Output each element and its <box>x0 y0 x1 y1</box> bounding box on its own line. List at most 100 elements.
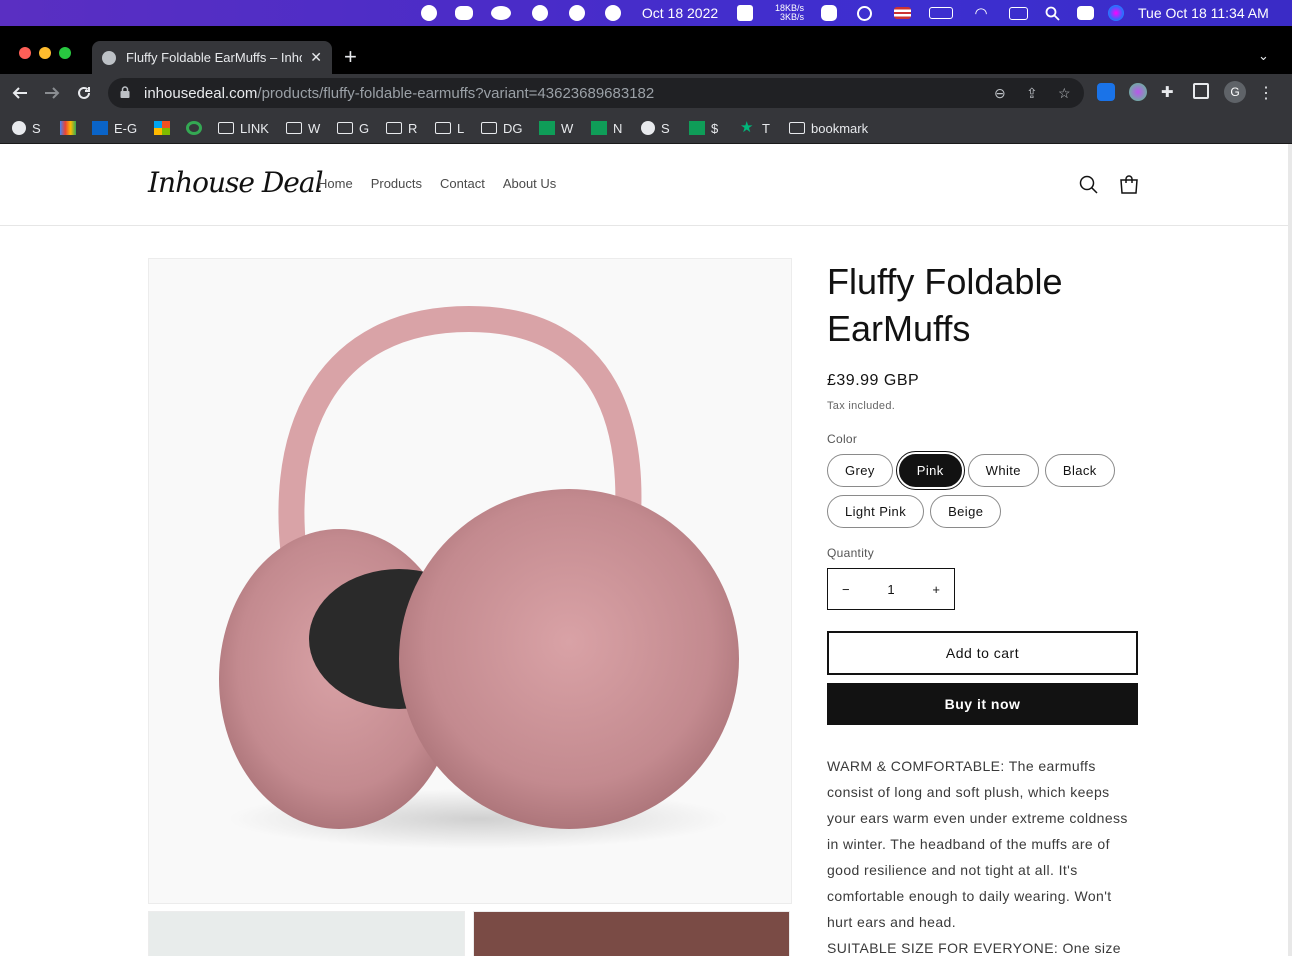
wechat-icon[interactable] <box>490 0 512 26</box>
share-icon[interactable]: ⇪ <box>1026 85 1038 102</box>
outlook-icon <box>92 121 108 135</box>
us-flag-icon[interactable] <box>893 0 911 26</box>
qq-icon[interactable] <box>421 0 437 26</box>
buy-it-now-button[interactable]: Buy it now <box>827 683 1138 725</box>
side-panel-icon[interactable] <box>1193 83 1209 99</box>
address-bar[interactable]: inhousedeal.com/products/fluffy-foldable… <box>108 78 1084 108</box>
quantity-increase-button[interactable]: + <box>932 582 940 597</box>
bookmark-label: R <box>408 120 418 136</box>
macos-menubar: Oct 18 2022 18KB/s 3KB/s ◠ Tue Oct 18 11… <box>0 0 1292 26</box>
page-scrollbar[interactable] <box>1288 144 1292 956</box>
minimize-window-button[interactable] <box>39 47 51 59</box>
color-option-grey[interactable]: Grey <box>827 454 893 487</box>
g-icon <box>186 121 202 135</box>
network-speed[interactable]: 18KB/s 3KB/s <box>764 0 804 26</box>
menubar-clock[interactable]: Tue Oct 18 11:34 AM <box>1138 0 1278 26</box>
navigation-icon[interactable] <box>604 0 622 26</box>
product-main-image[interactable] <box>148 258 792 904</box>
folder-icon <box>435 122 451 134</box>
siri-icon[interactable] <box>1107 0 1125 26</box>
description-paragraph: WARM & COMFORTABLE: The earmuffs consist… <box>827 758 1128 930</box>
add-to-cart-button[interactable]: Add to cart <box>827 631 1138 675</box>
earmuffs-image <box>149 259 791 903</box>
menubar-date[interactable]: Oct 18 2022 <box>640 0 720 26</box>
maximize-window-button[interactable] <box>59 47 71 59</box>
nav-about-us[interactable]: About Us <box>503 176 556 191</box>
bookmark-folder[interactable]: L <box>435 112 464 144</box>
tab-strip: Fluffy Foldable EarMuffs – Inhouse Deal … <box>0 26 1292 74</box>
tab-title: Fluffy Foldable EarMuffs – Inhouse Deal <box>126 50 302 65</box>
line-icon[interactable] <box>455 0 473 26</box>
bookmark-item[interactable]: E-G <box>92 112 137 144</box>
nav-home[interactable]: Home <box>318 176 353 191</box>
globe-icon <box>641 121 655 135</box>
bookmark-folder[interactable]: G <box>337 112 369 144</box>
control-center-icon[interactable] <box>1075 0 1095 26</box>
search-icon[interactable] <box>1078 174 1100 196</box>
bookmark-label: S <box>32 120 41 136</box>
tab-search-chevron-icon[interactable]: ⌄ <box>1258 48 1269 64</box>
keyboard-icon[interactable] <box>1008 0 1028 26</box>
bookmark-label: T <box>762 120 770 136</box>
back-button[interactable] <box>7 80 33 106</box>
nav-products[interactable]: Products <box>371 176 422 191</box>
color-option-pink[interactable]: Pink <box>895 451 965 490</box>
spotlight-search-icon[interactable] <box>1043 0 1061 26</box>
bookmark-item[interactable]: W <box>539 112 573 144</box>
color-extension-icon[interactable] <box>1129 83 1147 101</box>
bookmark-item[interactable] <box>60 112 82 144</box>
bookmark-folder[interactable]: LINK <box>218 112 269 144</box>
time-machine-icon[interactable] <box>855 0 873 26</box>
runcat-icon[interactable] <box>736 0 754 26</box>
new-tab-button[interactable]: + <box>344 46 357 68</box>
bookmark-item[interactable]: S <box>12 112 41 144</box>
nav-contact[interactable]: Contact <box>440 176 485 191</box>
quantity-decrease-button[interactable]: − <box>842 582 850 597</box>
cat-icon[interactable] <box>568 0 586 26</box>
browser-tab-active[interactable]: Fluffy Foldable EarMuffs – Inhouse Deal … <box>92 41 332 74</box>
bookmark-folder[interactable]: bookmark <box>789 112 868 144</box>
product-thumbnail-2[interactable] <box>473 911 790 956</box>
bookmark-item[interactable] <box>186 112 208 144</box>
folder-icon <box>789 122 805 134</box>
download-extension-icon[interactable] <box>1097 83 1115 101</box>
web-page: Inhouse Deal Home Products Contact About… <box>0 144 1288 956</box>
quantity-input[interactable]: 1 <box>887 582 894 597</box>
lock-icon[interactable] <box>120 86 130 98</box>
bookmark-item[interactable]: $ <box>689 112 718 144</box>
close-window-button[interactable] <box>19 47 31 59</box>
extensions-puzzle-icon[interactable]: ✚ <box>1161 83 1179 101</box>
bookmark-folder[interactable]: DG <box>481 112 523 144</box>
color-option-black[interactable]: Black <box>1044 454 1115 487</box>
forward-button[interactable] <box>39 80 65 106</box>
bookmark-label: DG <box>503 120 523 136</box>
url-path: /products/fluffy-foldable-earmuffs?varia… <box>257 84 655 102</box>
color-option-beige[interactable]: Beige <box>930 495 1002 528</box>
color-option-white[interactable]: White <box>967 454 1039 487</box>
battery-icon[interactable] <box>928 0 954 26</box>
bookmark-folder[interactable]: R <box>386 112 417 144</box>
bookmark-item[interactable]: ★ T <box>740 112 770 144</box>
bookmark-folder[interactable]: W <box>286 112 320 144</box>
browser-window: Fluffy Foldable EarMuffs – Inhouse Deal … <box>0 26 1292 144</box>
reload-button[interactable] <box>71 80 97 106</box>
check-icon[interactable] <box>820 0 838 26</box>
color-option-light-pink[interactable]: Light Pink <box>827 495 925 528</box>
main-nav: Home Products Contact About Us <box>318 176 574 191</box>
folder-icon <box>481 122 497 134</box>
chrome-menu-icon[interactable]: ⋮ <box>1258 83 1276 102</box>
bookmark-item[interactable] <box>154 112 176 144</box>
close-tab-icon[interactable]: ✕ <box>310 49 322 66</box>
product-thumbnail-1[interactable] <box>148 911 465 956</box>
bookmark-label: $ <box>711 120 719 136</box>
cart-icon[interactable] <box>1118 174 1140 196</box>
zoom-icon[interactable]: ⊖ <box>994 85 1006 102</box>
wifi-icon[interactable]: ◠ <box>971 0 991 26</box>
bookmark-item[interactable]: S <box>641 112 670 144</box>
sheets-icon <box>539 121 555 135</box>
site-logo[interactable]: Inhouse Deal <box>148 166 324 199</box>
bookmark-item[interactable]: N <box>591 112 622 144</box>
profile-avatar[interactable]: G <box>1224 81 1246 103</box>
bookmark-star-icon[interactable]: ☆ <box>1058 85 1071 102</box>
teamviewer-icon[interactable] <box>531 0 549 26</box>
